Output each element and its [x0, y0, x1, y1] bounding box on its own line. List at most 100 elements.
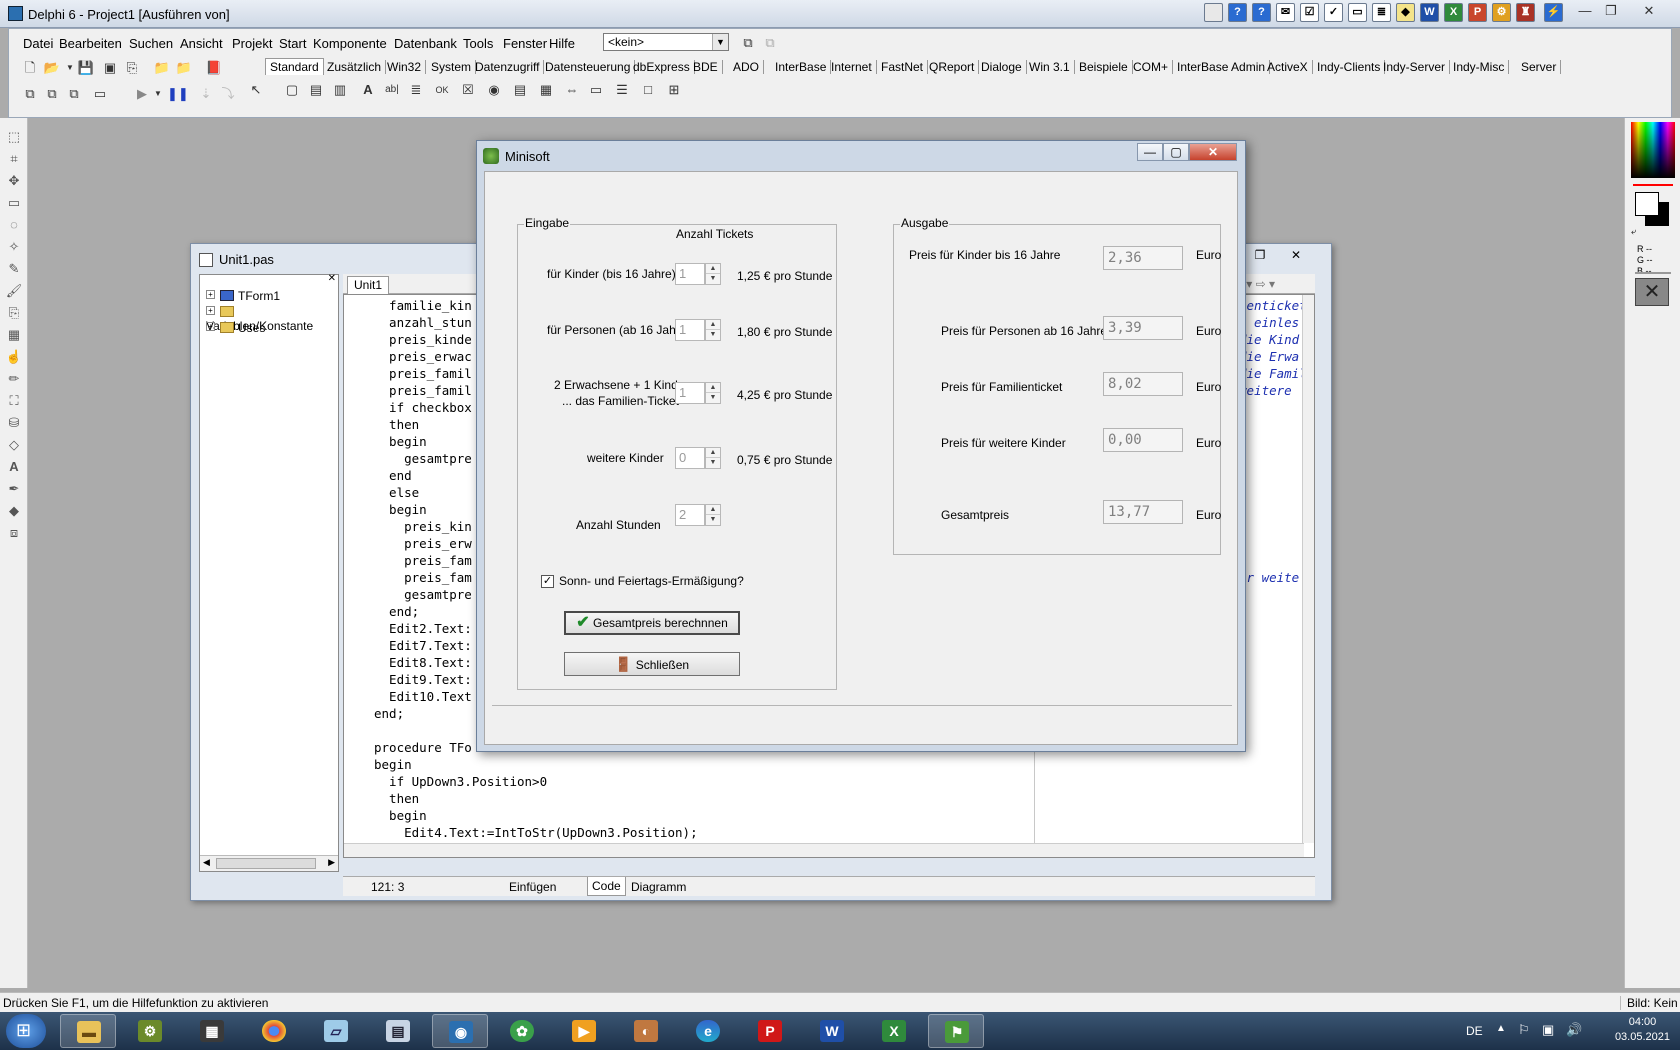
palette-tab-1[interactable]: Zusätzlich: [323, 60, 387, 74]
clock[interactable]: 04:00 03.05.2021: [1615, 1015, 1670, 1045]
flag-icon[interactable]: ⚐: [1518, 1022, 1530, 1038]
excel-icon[interactable]: X: [1444, 3, 1463, 22]
view-form-icon[interactable]: ⧉: [43, 85, 61, 103]
network-icon[interactable]: ▣: [1542, 1022, 1554, 1038]
palette-tab-3[interactable]: System: [427, 60, 477, 74]
palette-tab-21[interactable]: Indy-Misc: [1449, 60, 1510, 74]
task-chip[interactable]: ▦: [184, 1014, 240, 1048]
remove-file-icon[interactable]: 📁: [175, 59, 193, 77]
quicklaunch-icon[interactable]: [1204, 3, 1223, 22]
scroll-thumb[interactable]: [216, 858, 316, 869]
volume-icon[interactable]: 🔊: [1566, 1022, 1582, 1038]
settings-icon[interactable]: ⚙: [1492, 3, 1511, 22]
expand-icon[interactable]: +: [206, 290, 215, 299]
component-icon[interactable]: ⧉: [739, 34, 757, 52]
palette-tab-20[interactable]: Indy-Server: [1379, 60, 1451, 74]
vertical-scrollbar[interactable]: [1302, 295, 1314, 843]
chevron-down-icon[interactable]: ▼: [149, 85, 167, 103]
updown-stepper[interactable]: ▲ ▼: [705, 263, 721, 285]
listbox-icon[interactable]: ▤: [511, 81, 529, 99]
menu-item-ansicht[interactable]: Ansicht: [180, 36, 223, 51]
pattern-icon[interactable]: ▦: [5, 326, 23, 344]
shape-icon[interactable]: ◆: [5, 502, 23, 520]
pointer-icon[interactable]: ↖: [247, 81, 265, 99]
save-icon[interactable]: 💾: [77, 59, 95, 77]
horizontal-scrollbar[interactable]: [344, 843, 1304, 857]
task-delphi[interactable]: ◉: [432, 1014, 488, 1048]
mainmenu-icon[interactable]: ▤: [307, 81, 325, 99]
spin-down-icon[interactable]: ▼: [706, 393, 720, 403]
help-icon[interactable]: ?: [1252, 3, 1271, 22]
open-project-icon[interactable]: ⎘: [123, 59, 141, 77]
task-pdf[interactable]: P: [742, 1014, 798, 1048]
palette-tab-8[interactable]: ADO: [729, 60, 765, 74]
palette-tab-9[interactable]: InterBase: [771, 60, 832, 74]
ticket-count-field[interactable]: 2: [675, 504, 705, 526]
spin-down-icon[interactable]: ▼: [706, 458, 720, 468]
task-word[interactable]: W: [804, 1014, 860, 1048]
holiday-discount-checkbox[interactable]: ✓: [541, 575, 554, 588]
frame-tool-icon[interactable]: ⧈: [5, 524, 23, 542]
menu-item-datei[interactable]: Datei: [23, 36, 53, 51]
menu-item-projekt[interactable]: Projekt: [232, 36, 272, 51]
minimize-icon[interactable]: —: [1572, 2, 1598, 20]
palette-tab-11[interactable]: FastNet: [877, 60, 929, 74]
combobox-icon[interactable]: ▦: [537, 81, 555, 99]
ticket-count-field[interactable]: 1: [675, 382, 705, 404]
palette-tab-5[interactable]: Datensteuerung: [541, 60, 636, 74]
task-game[interactable]: ✿: [494, 1014, 550, 1048]
component-combo[interactable]: <kein> ▼: [603, 33, 729, 51]
palette-tab-7[interactable]: BDE: [689, 60, 723, 74]
swap-colors-icon[interactable]: ⤶: [1631, 226, 1636, 237]
new-file-icon[interactable]: 🗋: [21, 59, 39, 77]
help-book-icon[interactable]: 📕: [205, 59, 223, 77]
draw-icon[interactable]: ✒: [5, 480, 23, 498]
close-icon[interactable]: ✕: [1189, 143, 1237, 161]
brush-icon[interactable]: 🖌: [5, 282, 23, 300]
task-edge[interactable]: e: [680, 1014, 736, 1048]
groupbox-icon[interactable]: ▭: [587, 81, 605, 99]
maximize-icon[interactable]: ▢: [1163, 143, 1189, 161]
help-icon[interactable]: ?: [1228, 3, 1247, 22]
language-indicator[interactable]: DE: [1466, 1024, 1483, 1038]
stamp-icon[interactable]: ⛶: [5, 392, 23, 410]
tab-unit1[interactable]: Unit1: [347, 276, 390, 294]
minimize-icon[interactable]: —: [1137, 143, 1163, 161]
task-explorer[interactable]: ▬: [60, 1014, 116, 1048]
bucket-icon[interactable]: ⛁: [5, 414, 23, 432]
clipboard-icon[interactable]: ✓: [1324, 3, 1343, 22]
palette-tab-18[interactable]: ActiveX: [1263, 60, 1313, 74]
spin-down-icon[interactable]: ▼: [706, 515, 720, 525]
close-explorer-icon[interactable]: ✕: [328, 273, 336, 284]
popupmenu-icon[interactable]: ▥: [331, 81, 349, 99]
restore-icon[interactable]: ❐: [1247, 246, 1273, 264]
spin-up-icon[interactable]: ▲: [706, 383, 720, 393]
document-icon[interactable]: ≣: [1372, 3, 1391, 22]
edit-icon[interactable]: ab|: [383, 81, 401, 99]
palette-tab-0[interactable]: Standard: [265, 58, 324, 75]
foreground-color-swatch[interactable]: [1635, 192, 1659, 216]
frame-icon[interactable]: ▢: [283, 81, 301, 99]
palette-tab-10[interactable]: Internet: [827, 60, 877, 74]
expand-icon[interactable]: +: [206, 306, 215, 315]
network-icon[interactable]: ⚡: [1544, 3, 1563, 22]
palette-tab-19[interactable]: Indy-Clients: [1313, 60, 1386, 74]
tree-scrollbar[interactable]: ◀ ▶: [200, 855, 338, 871]
scroll-left-icon[interactable]: ◀: [203, 857, 210, 868]
window-icon[interactable]: ▭: [1348, 3, 1367, 22]
palette-tab-4[interactable]: Datenzugriff: [471, 60, 545, 74]
spin-up-icon[interactable]: ▲: [706, 264, 720, 274]
task-minisoft[interactable]: ⚑: [928, 1014, 984, 1048]
palette-tab-12[interactable]: QReport: [925, 60, 980, 74]
ticket-count-field[interactable]: 0: [675, 447, 705, 469]
radiogroup-icon[interactable]: ☰: [613, 81, 631, 99]
calculate-total-button[interactable]: ✔ Gesamtpreis berechnnen: [564, 611, 740, 635]
palette-tab-15[interactable]: Beispiele: [1075, 60, 1133, 74]
magic-wand-icon[interactable]: ✧: [5, 238, 23, 256]
menu-item-datenbank[interactable]: Datenbank: [394, 36, 457, 51]
updown-stepper[interactable]: ▲ ▼: [705, 319, 721, 341]
menu-item-start[interactable]: Start: [279, 36, 306, 51]
ticket-count-field[interactable]: 1: [675, 263, 705, 285]
menu-item-komponente[interactable]: Komponente: [313, 36, 387, 51]
scroll-right-icon[interactable]: ▶: [328, 857, 335, 868]
